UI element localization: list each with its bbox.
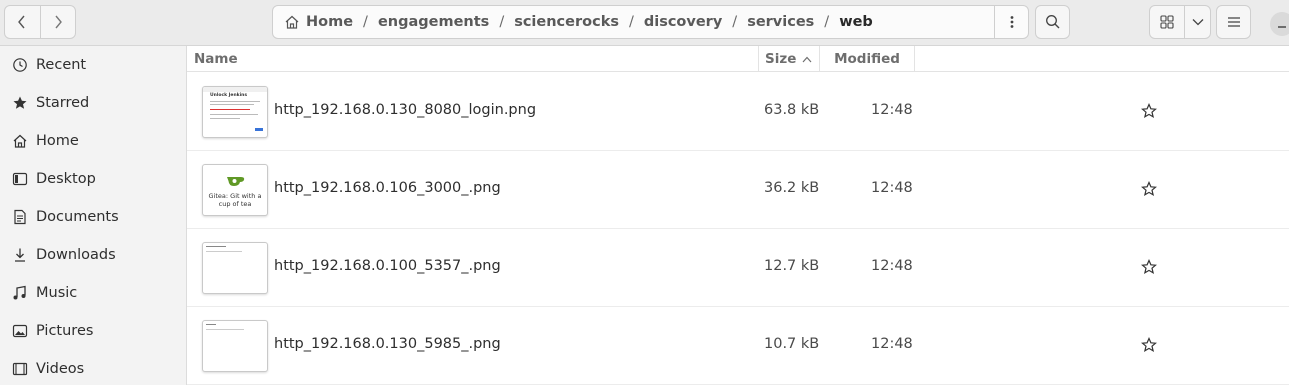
minimize-icon xyxy=(1278,26,1286,28)
breadcrumb-web[interactable]: web xyxy=(834,14,878,30)
breadcrumb-separator: / xyxy=(499,14,505,30)
file-row[interactable]: Gitea: Git with a cup of tea http_192.16… xyxy=(187,151,1289,229)
thumbnail-title: Unlock Jenkins xyxy=(210,93,248,98)
view-options-button[interactable] xyxy=(1184,6,1210,38)
sidebar-item-label: Documents xyxy=(36,209,119,225)
sidebar-item-documents[interactable]: Documents xyxy=(0,198,186,236)
clock-icon xyxy=(11,56,29,74)
breadcrumb-home[interactable]: Home xyxy=(301,14,358,30)
sidebar-item-videos[interactable]: Videos xyxy=(0,350,186,385)
file-name: http_192.168.0.130_5985_.png xyxy=(274,336,501,352)
chevron-left-icon xyxy=(18,15,26,29)
file-thumbnail xyxy=(202,242,268,294)
download-icon xyxy=(11,246,29,264)
sidebar-item-label: Videos xyxy=(36,361,85,377)
sidebar: Recent Starred Home Desktop Documents Do… xyxy=(0,46,187,385)
sidebar-item-label: Recent xyxy=(36,57,87,73)
back-button[interactable] xyxy=(5,6,40,38)
path-menu-button[interactable] xyxy=(994,6,1028,38)
file-row[interactable]: Unlock Jenkins http_192.168.0.130_8080_l… xyxy=(187,73,1289,151)
file-size: 36.2 kB xyxy=(764,180,820,196)
breadcrumb-separator: / xyxy=(363,14,368,30)
gitea-logo-icon xyxy=(227,177,245,186)
column-header-size-label: Size xyxy=(765,51,797,67)
file-list: Name Size Modified Unlock Jenkins http_1… xyxy=(187,46,1289,385)
file-row[interactable]: http_192.168.0.130_5985_.png 10.7 kB 12:… xyxy=(187,307,1289,385)
sort-ascending-icon xyxy=(802,56,812,62)
video-icon xyxy=(11,360,29,378)
file-name: http_192.168.0.100_5357_.png xyxy=(274,258,501,274)
column-header-modified[interactable]: Modified xyxy=(820,46,915,72)
star-toggle-icon[interactable] xyxy=(1139,257,1159,277)
file-row[interactable]: http_192.168.0.100_5357_.png 12.7 kB 12:… xyxy=(187,229,1289,307)
breadcrumb-engagements[interactable]: engagements xyxy=(373,14,494,30)
file-size: 12.7 kB xyxy=(764,258,820,274)
search-button[interactable] xyxy=(1035,5,1070,39)
sidebar-item-downloads[interactable]: Downloads xyxy=(0,236,186,274)
sidebar-item-starred[interactable]: Starred xyxy=(0,84,186,122)
desktop-icon xyxy=(11,170,29,188)
file-modified: 12:48 xyxy=(871,336,913,352)
sidebar-item-label: Starred xyxy=(36,95,90,111)
sidebar-item-label: Pictures xyxy=(36,323,94,339)
header-bar: Home / engagements / sciencerocks / disc… xyxy=(0,0,1289,46)
file-name: http_192.168.0.130_8080_login.png xyxy=(274,102,537,118)
file-modified: 12:48 xyxy=(871,180,913,196)
file-thumbnail: Gitea: Git with a cup of tea xyxy=(202,164,268,216)
file-thumbnail xyxy=(202,320,268,372)
kebab-menu-icon xyxy=(1010,16,1013,28)
main-menu-button[interactable] xyxy=(1216,5,1251,39)
breadcrumb-discovery[interactable]: discovery xyxy=(639,14,727,30)
thumbnail-caption: Gitea: Git with a cup of tea xyxy=(208,192,262,208)
file-modified: 12:48 xyxy=(871,102,913,118)
column-header-row: Name Size Modified xyxy=(187,46,1289,72)
path-bar: Home / engagements / sciencerocks / disc… xyxy=(272,5,1029,39)
sidebar-item-label: Downloads xyxy=(36,247,116,263)
hamburger-menu-icon xyxy=(1227,17,1240,27)
breadcrumb-separator: / xyxy=(732,14,738,30)
grid-view-button[interactable] xyxy=(1150,6,1184,38)
sidebar-item-label: Home xyxy=(36,133,79,149)
home-icon xyxy=(11,132,29,150)
breadcrumb-sciencerocks[interactable]: sciencerocks xyxy=(509,14,624,30)
breadcrumb-separator: / xyxy=(628,14,634,30)
forward-button[interactable] xyxy=(39,6,75,38)
sidebar-item-recent[interactable]: Recent xyxy=(0,46,186,84)
breadcrumb-services[interactable]: services xyxy=(742,14,819,30)
column-header-name[interactable]: Name xyxy=(194,51,238,67)
star-icon xyxy=(11,94,29,112)
file-size: 63.8 kB xyxy=(764,102,820,118)
chevron-down-icon xyxy=(1192,19,1204,26)
file-modified: 12:48 xyxy=(871,258,913,274)
sidebar-item-music[interactable]: Music xyxy=(0,274,186,312)
column-header-size[interactable]: Size xyxy=(758,46,820,72)
sidebar-item-label: Desktop xyxy=(36,171,96,187)
picture-icon xyxy=(11,322,29,340)
view-switcher xyxy=(1149,5,1211,39)
sidebar-item-home[interactable]: Home xyxy=(0,122,186,160)
music-icon xyxy=(11,284,29,302)
home-icon xyxy=(283,13,301,31)
sidebar-item-pictures[interactable]: Pictures xyxy=(0,312,186,350)
chevron-right-icon xyxy=(55,15,62,29)
navigation-buttons xyxy=(4,5,76,39)
star-toggle-icon[interactable] xyxy=(1139,101,1159,121)
sidebar-item-label: Music xyxy=(36,285,78,301)
star-toggle-icon[interactable] xyxy=(1139,335,1159,355)
file-name: http_192.168.0.106_3000_.png xyxy=(274,180,501,196)
sidebar-item-desktop[interactable]: Desktop xyxy=(0,160,186,198)
minimize-button[interactable] xyxy=(1270,12,1289,36)
file-size: 10.7 kB xyxy=(764,336,820,352)
star-toggle-icon[interactable] xyxy=(1139,179,1159,199)
document-icon xyxy=(11,208,29,226)
file-thumbnail: Unlock Jenkins xyxy=(202,86,268,138)
search-icon xyxy=(1045,15,1059,29)
breadcrumb-separator: / xyxy=(824,14,830,30)
grid-icon xyxy=(1160,15,1174,29)
